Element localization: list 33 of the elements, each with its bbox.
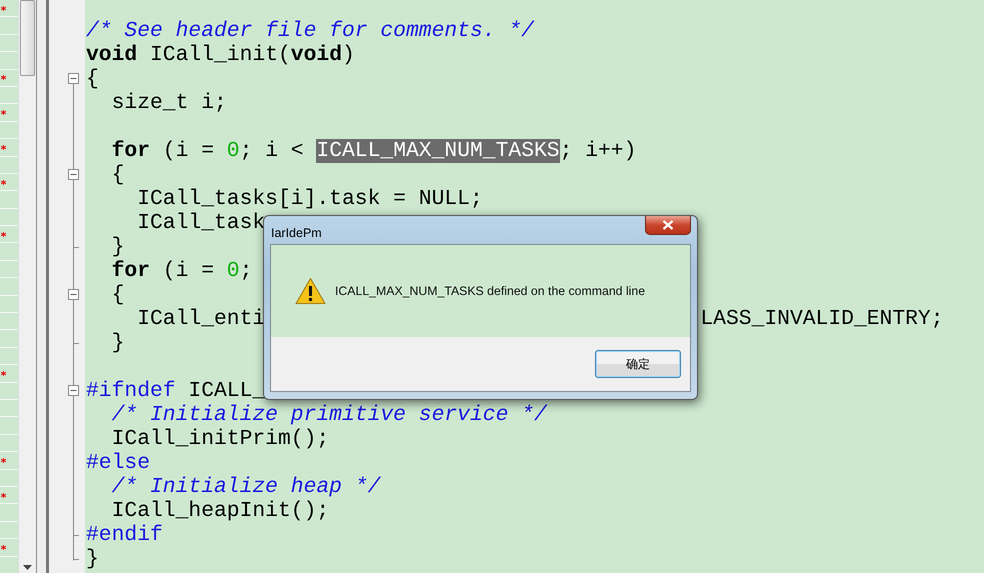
code-line: /* Initialize primitive service */ (110, 403, 547, 427)
pane-splitter[interactable] (36, 0, 49, 573)
code-line: } (85, 547, 99, 571)
warning-icon (295, 277, 326, 305)
dialog-title: IarIdePm (271, 226, 322, 240)
code-line: for (i = 0; (110, 259, 254, 283)
code-line: } (110, 235, 124, 259)
code-line: void ICall_init(void) (85, 43, 355, 67)
ok-button[interactable]: 确定 (595, 350, 681, 378)
code-line: { (110, 283, 124, 307)
scrollbar-thumb[interactable] (20, 0, 35, 76)
code-line: ICall_enti LASS_INVALID_ENTRY; (136, 307, 944, 331)
code-line: #endif (85, 523, 163, 547)
code-line: { (110, 163, 124, 187)
code-line: { (85, 67, 99, 91)
close-icon (662, 220, 674, 230)
code-line: /* Initialize heap */ (110, 475, 380, 499)
collapse-icon[interactable] (68, 73, 79, 84)
close-button[interactable] (645, 216, 691, 235)
code-line: size_t i; (110, 91, 227, 115)
code-line: ICall_tasks[i].task = NULL; (136, 187, 483, 211)
code-line: #else (85, 451, 150, 475)
scroll-down-icon[interactable] (23, 565, 32, 570)
code-line: ICall_initPrim(); (110, 427, 330, 451)
code-line: } (110, 331, 124, 355)
collapse-icon[interactable] (68, 385, 79, 396)
collapse-icon[interactable] (68, 169, 79, 180)
scrollbar[interactable] (18, 0, 36, 573)
code-line: ICall_heapInit(); (110, 499, 330, 523)
collapse-icon[interactable] (68, 289, 79, 300)
code-line: /* See header file for comments. */ (85, 19, 534, 43)
code-line: for (i = 0; i < ICALL_MAX_NUM_TASKS; i++) (110, 139, 636, 163)
message-text: ICALL_MAX_NUM_TASKS defined on the command line (335, 284, 646, 298)
